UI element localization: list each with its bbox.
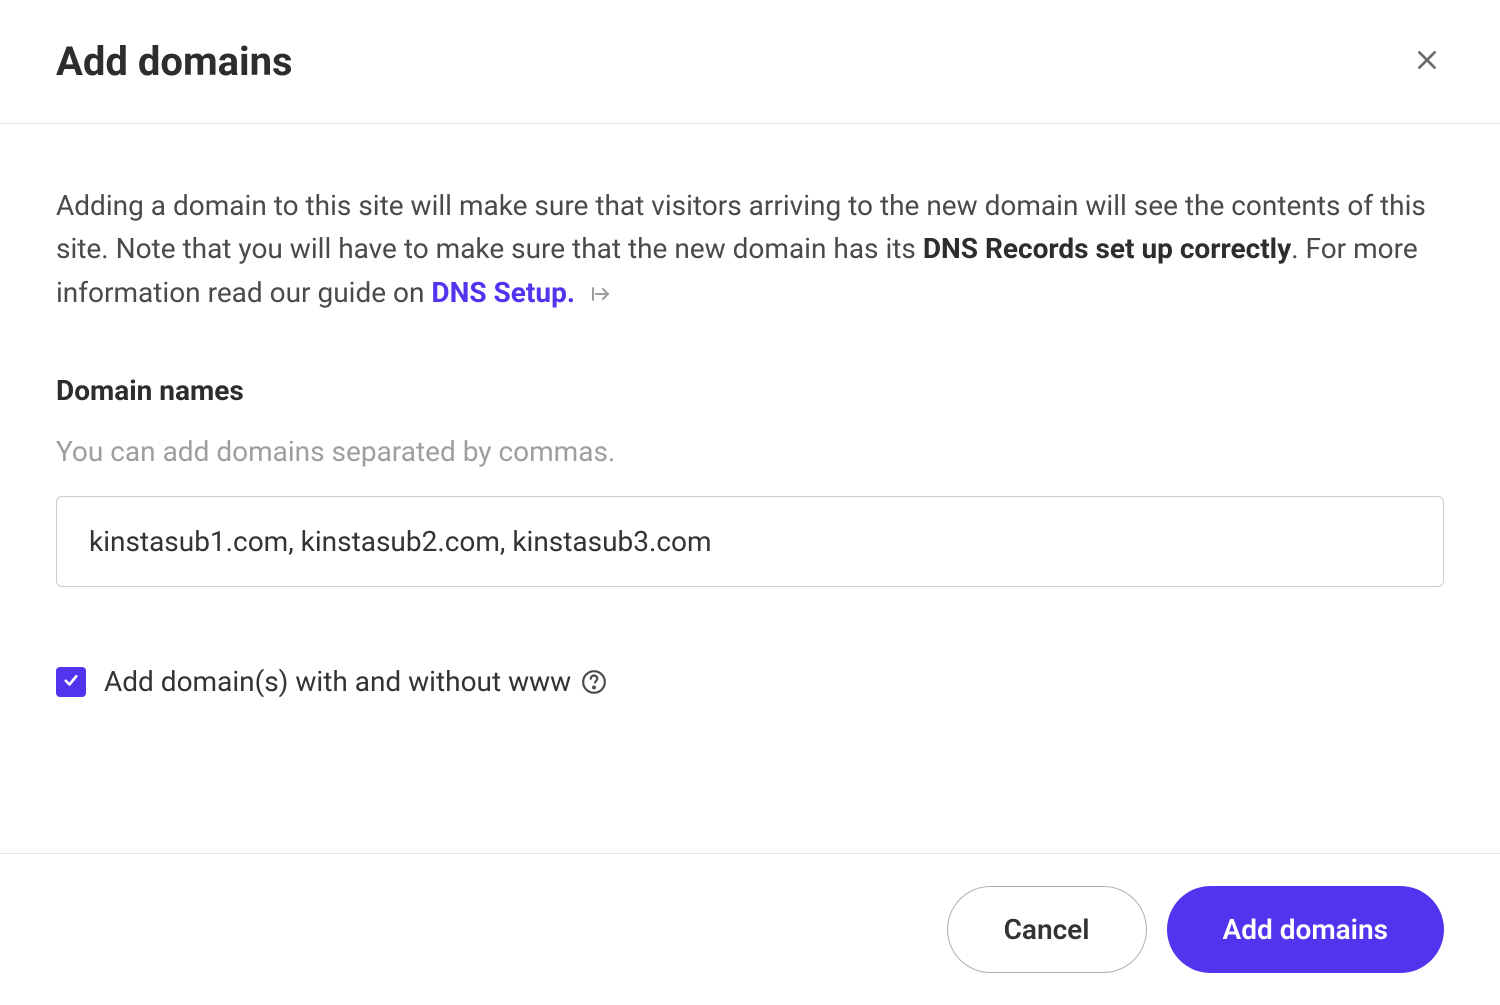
help-icon[interactable] bbox=[581, 669, 607, 695]
description-text: Adding a domain to this site will make s… bbox=[56, 184, 1444, 314]
domain-names-label: Domain names bbox=[56, 374, 1444, 407]
domain-names-helper: You can add domains separated by commas. bbox=[56, 435, 1444, 468]
modal-title: Add domains bbox=[56, 38, 293, 85]
external-link-icon bbox=[588, 282, 612, 306]
www-checkbox[interactable] bbox=[56, 667, 86, 697]
modal-header: Add domains bbox=[0, 0, 1500, 124]
domain-names-input[interactable] bbox=[56, 496, 1444, 587]
www-checkbox-text: Add domain(s) with and without www bbox=[104, 665, 571, 698]
add-domains-button[interactable]: Add domains bbox=[1167, 886, 1444, 973]
www-checkbox-label: Add domain(s) with and without www bbox=[104, 665, 607, 698]
dns-setup-link[interactable]: DNS Setup. bbox=[431, 276, 575, 309]
close-button[interactable] bbox=[1410, 43, 1444, 80]
www-checkbox-row: Add domain(s) with and without www bbox=[56, 665, 1444, 698]
cancel-button[interactable]: Cancel bbox=[947, 886, 1147, 973]
checkmark-icon bbox=[62, 671, 80, 693]
close-icon bbox=[1414, 47, 1440, 76]
modal-footer: Cancel Add domains bbox=[0, 853, 1500, 1005]
modal-body: Adding a domain to this site will make s… bbox=[0, 124, 1500, 853]
description-bold: DNS Records set up correctly bbox=[923, 232, 1291, 265]
add-domains-modal: Add domains Adding a domain to this site… bbox=[0, 0, 1500, 1005]
